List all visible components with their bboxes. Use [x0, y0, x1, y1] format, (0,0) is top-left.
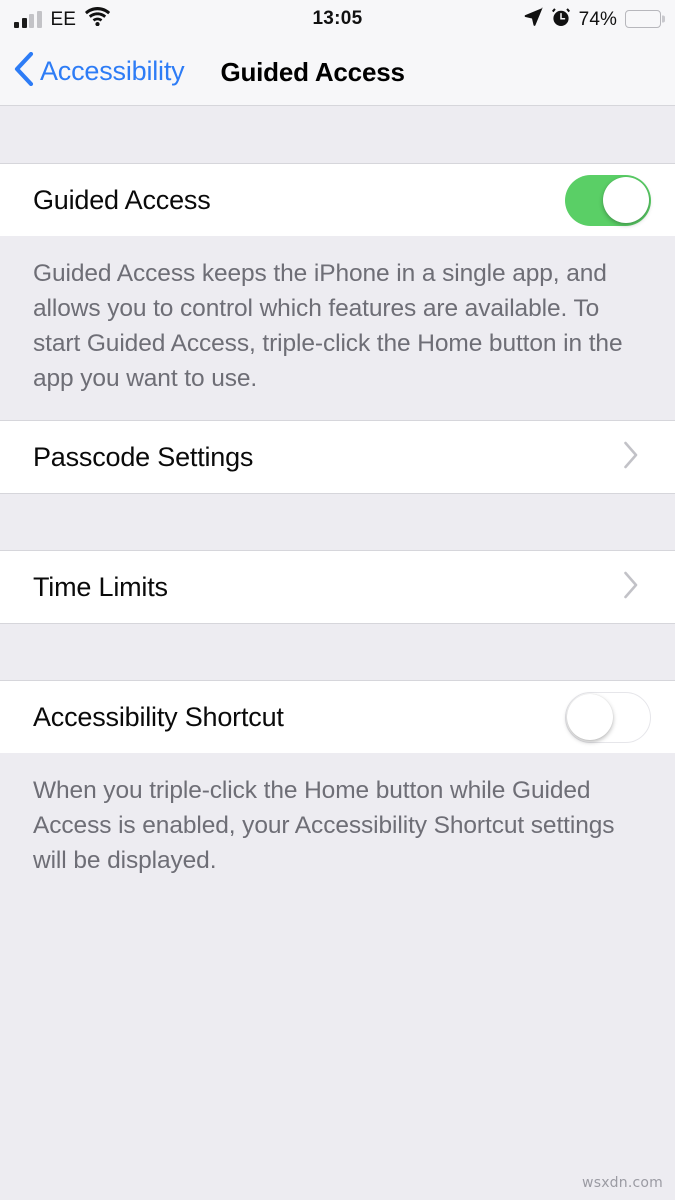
navigation-bar: Accessibility Guided Access — [0, 38, 675, 106]
wifi-icon — [85, 6, 111, 31]
row-time-limits[interactable]: Time Limits — [0, 551, 675, 623]
accessibility-shortcut-footnote: When you triple-click the Home button wh… — [0, 753, 675, 902]
row-guided-access-label: Guided Access — [33, 184, 211, 215]
guided-access-footnote-text: Guided Access keeps the iPhone in a sing… — [33, 260, 623, 392]
row-guided-access[interactable]: Guided Access — [0, 164, 675, 236]
toggle-knob — [567, 693, 613, 740]
row-passcode-settings[interactable]: Passcode Settings — [0, 421, 675, 493]
chevron-right-icon — [623, 441, 639, 474]
accessibility-shortcut-footnote-text: When you triple-click the Home button wh… — [33, 777, 615, 874]
battery-icon — [625, 10, 661, 28]
iphone-screen: EE 13:05 74% Accessibility Guided Access… — [0, 0, 675, 1200]
accessibility-shortcut-toggle[interactable] — [565, 691, 651, 743]
toggle-knob — [602, 177, 649, 223]
row-accessibility-shortcut[interactable]: Accessibility Shortcut — [0, 681, 675, 753]
empty-area — [0, 902, 675, 1200]
settings-list: Guided Access Guided Access keeps the iP… — [0, 106, 675, 1200]
status-bar-right: 74% — [524, 7, 661, 32]
carrier-label: EE — [50, 8, 77, 30]
alarm-clock-icon — [551, 7, 571, 32]
back-button[interactable]: Accessibility — [14, 51, 185, 91]
watermark: wsxdn.com — [582, 1175, 663, 1191]
signal-bars-icon — [14, 10, 42, 28]
guided-access-footnote: Guided Access keeps the iPhone in a sing… — [0, 236, 675, 421]
guided-access-toggle[interactable] — [565, 174, 651, 226]
page-title: Guided Access — [220, 56, 405, 87]
location-arrow-icon — [524, 7, 543, 31]
section-gap-timelimits-shortcut — [0, 623, 675, 681]
chevron-left-icon — [14, 51, 34, 91]
row-time-limits-label: Time Limits — [33, 571, 168, 602]
status-bar-left: EE — [14, 6, 111, 31]
battery-percent-label: 74% — [578, 8, 617, 30]
row-accessibility-shortcut-label: Accessibility Shortcut — [33, 701, 284, 732]
chevron-right-icon — [623, 571, 639, 604]
back-button-label: Accessibility — [40, 56, 185, 86]
section-gap-passcode-timelimits — [0, 493, 675, 551]
section-gap-top — [0, 106, 675, 164]
row-passcode-settings-label: Passcode Settings — [33, 441, 254, 472]
status-bar: EE 13:05 74% — [0, 0, 675, 38]
